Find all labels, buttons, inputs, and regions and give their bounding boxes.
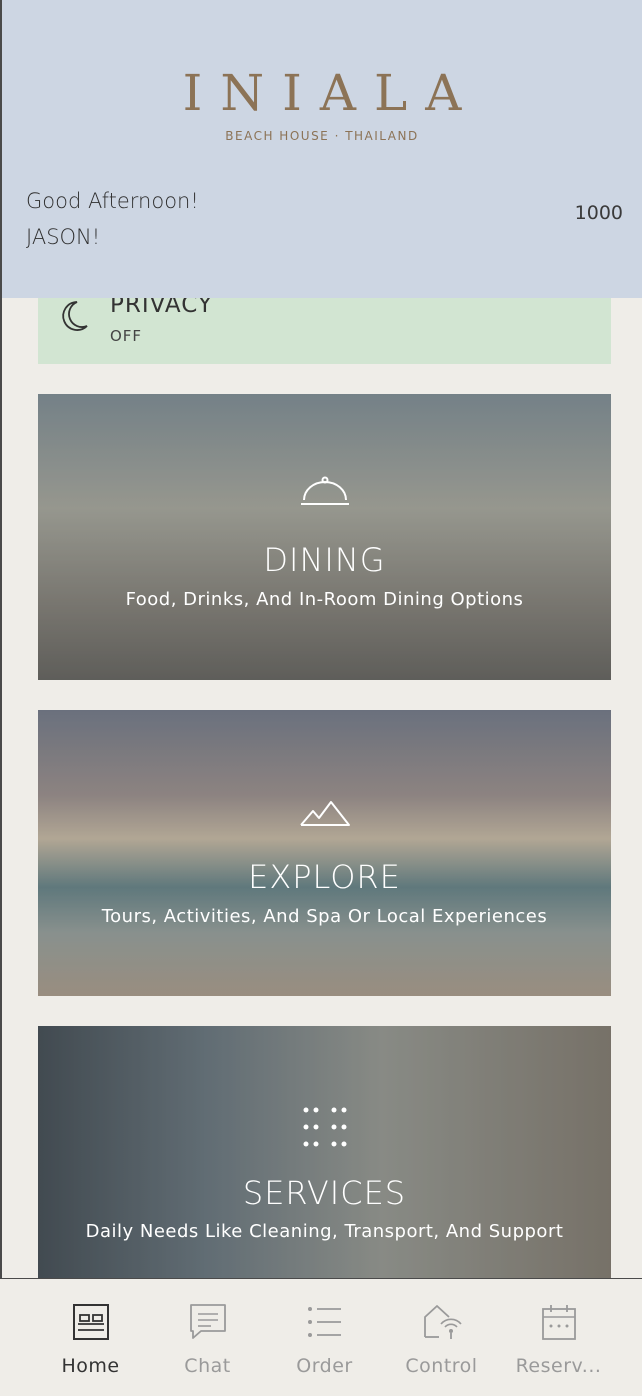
header: INIALA BEACH HOUSE · THAILAND Good After… (2, 0, 642, 298)
card-description: Tours, Activities, And Spa Or Local Expe… (101, 906, 548, 927)
nav-chat[interactable]: Chat (149, 1279, 266, 1396)
nav-order[interactable]: Order (266, 1279, 383, 1396)
card-overlay (38, 394, 611, 680)
list-icon (306, 1303, 344, 1341)
card-title: SERVICES (242, 1174, 407, 1212)
privacy-title: PRIVACY (110, 298, 213, 318)
nav-label: Order (296, 1355, 353, 1377)
greeting: Good Afternoon! JASON! (26, 183, 199, 255)
privacy-status: OFF (110, 327, 143, 345)
nav-label: Control (405, 1355, 478, 1377)
explore-card[interactable]: EXPLORE Tours, Activities, And Spa Or Lo… (38, 710, 611, 996)
smart-home-icon (423, 1303, 462, 1341)
card-title: DINING (263, 541, 386, 579)
bottom-navigation: Home Chat Order Control Reserv... (0, 1278, 642, 1396)
card-title: EXPLORE (248, 858, 401, 896)
guest-name: JASON! (26, 225, 101, 249)
nav-label: Home (61, 1355, 120, 1377)
nav-control[interactable]: Control (383, 1279, 500, 1396)
cloche-icon (299, 476, 351, 514)
brand-subtitle: BEACH HOUSE · THAILAND (225, 129, 419, 143)
greeting-line: Good Afternoon! (26, 189, 199, 213)
nav-home[interactable]: Home (32, 1279, 149, 1396)
mountain-icon (299, 798, 351, 832)
dining-card[interactable]: DINING Food, Drinks, And In-Room Dining … (38, 394, 611, 680)
privacy-toggle[interactable]: PRIVACY OFF (38, 298, 611, 364)
card-description: Daily Needs Like Cleaning, Transport, An… (85, 1221, 564, 1242)
nav-label: Chat (184, 1355, 231, 1377)
chat-icon (189, 1303, 227, 1341)
services-card[interactable]: SERVICES Daily Needs Like Cleaning, Tran… (38, 1026, 611, 1278)
card-overlay (38, 710, 611, 996)
calendar-icon (540, 1303, 578, 1341)
nav-reservations[interactable]: Reserv... (500, 1279, 617, 1396)
dots-grid-icon (300, 1104, 350, 1154)
room-number: 1000 (574, 202, 623, 224)
card-description: Food, Drinks, And In-Room Dining Options (125, 589, 524, 610)
nav-label: Reserv... (515, 1355, 602, 1377)
moon-icon (55, 298, 91, 334)
brand-logo: INIALA (182, 64, 480, 122)
bed-icon (72, 1303, 110, 1341)
